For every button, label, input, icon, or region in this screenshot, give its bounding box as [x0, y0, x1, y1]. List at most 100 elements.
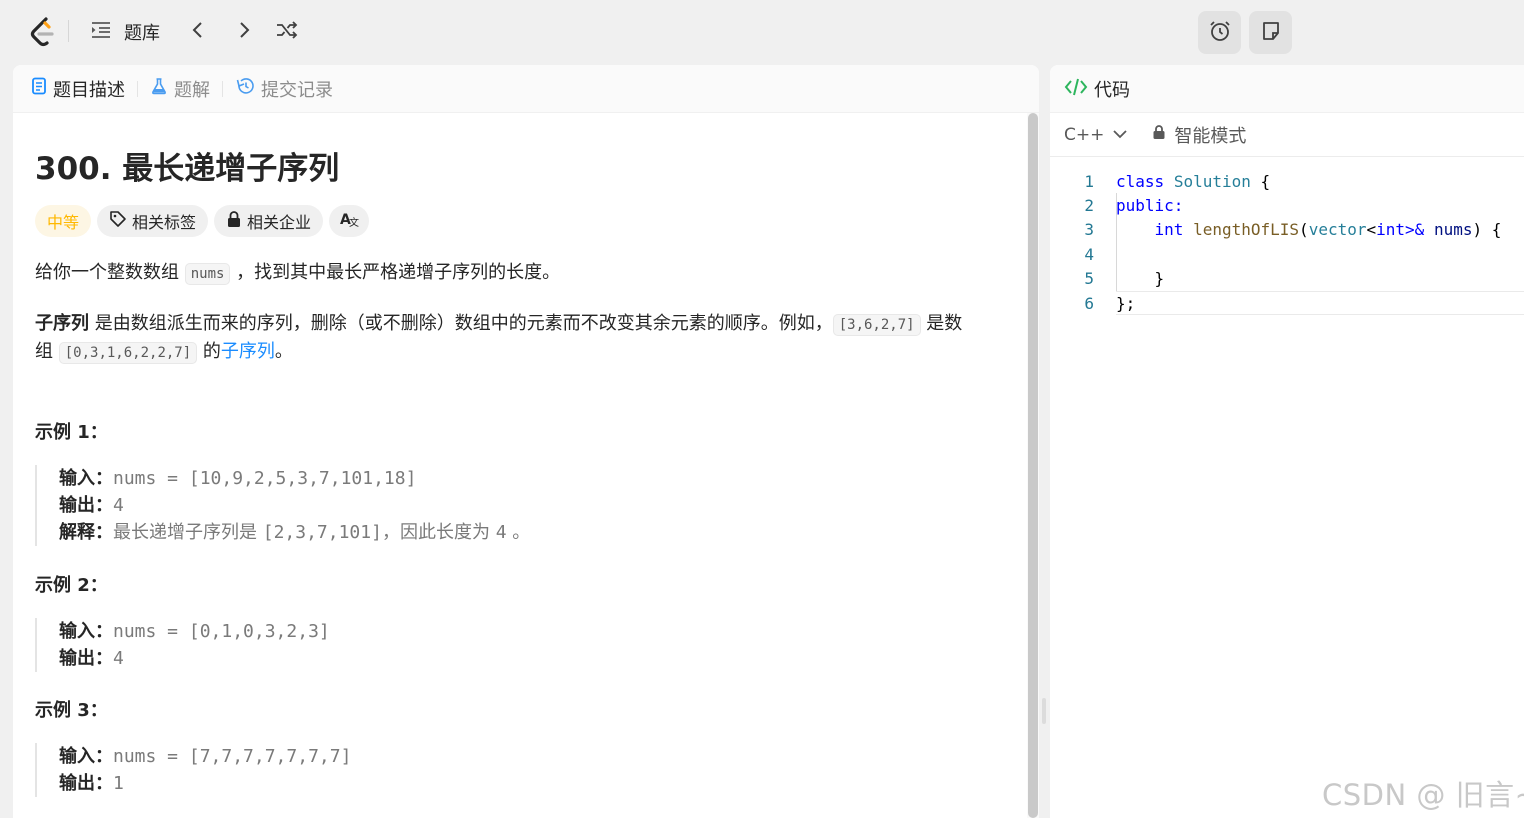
related-tags-label: 相关标签 — [132, 213, 197, 232]
example-output-line: 输出：4 — [59, 492, 530, 519]
related-companies-button[interactable]: 相关企业 — [214, 205, 324, 237]
subsequence-link[interactable]: 子序列 — [221, 341, 275, 362]
input-label: 输入： — [59, 621, 113, 642]
example-1-title: 示例 1： — [35, 422, 108, 443]
output-value: 4 — [113, 648, 124, 669]
tag-icon — [109, 210, 127, 232]
description-bold-term: 子序列 — [35, 313, 89, 334]
example-output-line: 输出：4 — [59, 645, 330, 672]
code-param: nums — [1433, 220, 1473, 240]
description-text: ，找到其中最长严格递增子序列的长度。 — [230, 262, 561, 283]
problem-tabbar: 题目描述 题解 提交记录 — [13, 65, 1039, 113]
code-editor[interactable]: 1 class Solution { 2 public: 3 int lengt… — [1050, 169, 1524, 315]
code-punct: < — [1366, 220, 1377, 240]
output-label: 输出： — [59, 648, 113, 669]
code-punct: >& — [1405, 220, 1425, 240]
code-keyword: class — [1116, 171, 1165, 191]
output-value: 4 — [113, 495, 124, 516]
leetcode-logo-icon[interactable] — [28, 16, 58, 48]
panel-resize-handle[interactable] — [1042, 698, 1046, 724]
lock-icon — [226, 210, 242, 232]
code-panel: 代码 C++ 智能模式 1 class Solution { 2 public:… — [1050, 65, 1524, 818]
language-select[interactable]: C++ — [1064, 125, 1128, 145]
csdn-watermark: CSDN @ 旧言~ — [1322, 778, 1524, 812]
input-label: 输入： — [59, 746, 113, 767]
description-paragraph-2-line-2: 组 [0,3,1,6,2,2,7] 的子序列。 — [35, 338, 293, 367]
tab-submissions-label: 提交记录 — [261, 79, 333, 101]
related-tags-button[interactable]: 相关标签 — [97, 205, 209, 237]
inline-code: [0,3,1,6,2,2,7] — [58, 342, 198, 364]
code-icon — [1064, 77, 1088, 101]
code-keyword: int — [1376, 220, 1406, 240]
notes-button[interactable] — [1249, 11, 1292, 54]
code-type: vector — [1308, 220, 1367, 240]
translate-button[interactable]: A 文 — [329, 205, 370, 237]
input-value: nums = [7,7,7,7,7,7,7] — [113, 746, 352, 767]
code-function-name: lengthOfLIS — [1193, 220, 1300, 240]
code-punct: ) { — [1472, 220, 1502, 240]
next-problem-button[interactable] — [230, 18, 258, 46]
explain-text: 。 — [506, 522, 531, 543]
code-line: 5 } — [1050, 267, 1524, 291]
explain-code: [2,3,7,101] — [262, 522, 382, 543]
problem-list-label: 题库 — [124, 23, 160, 44]
example-input-line: 输入：nums = [10,9,2,5,3,7,101,18] — [59, 465, 530, 492]
description-text: 。 — [274, 341, 293, 362]
editor-toolbar: C++ 智能模式 — [1050, 113, 1524, 157]
example-input-line: 输入：nums = [7,7,7,7,7,7,7] — [59, 743, 351, 770]
code-line: 6 }; — [1050, 291, 1524, 315]
tab-solutions[interactable]: 题解 — [150, 76, 210, 102]
timer-button[interactable] — [1198, 11, 1241, 54]
description-paragraph-2: 子序列 是由数组派生而来的序列，删除（或不删除）数组中的元素而不改变其余元素的顺… — [35, 310, 962, 339]
prev-problem-button[interactable] — [184, 18, 212, 46]
output-value: 1 — [113, 773, 124, 794]
tab-code[interactable]: 代码 — [1094, 76, 1130, 102]
explain-text: 最长递增子序列是 — [113, 522, 263, 543]
document-icon — [31, 77, 47, 100]
description-text: 给你一个整数数组 — [35, 262, 185, 283]
code-line: 3 int lengthOfLIS(vector<int>& nums) { — [1050, 218, 1524, 242]
code-line: 2 public: — [1050, 193, 1524, 217]
output-label: 输出： — [59, 495, 113, 516]
language-label: C++ — [1064, 124, 1105, 145]
tab-divider — [222, 80, 223, 97]
code-punct: { — [1250, 171, 1271, 191]
description-text: 是由数组派生而来的序列，删除（或不删除）数组中的元素而不改变其余元素的顺序。例如… — [89, 313, 833, 334]
tab-description-label: 题目描述 — [53, 79, 125, 101]
translate-icon: A 文 — [339, 210, 359, 232]
chevron-left-icon — [191, 20, 205, 44]
input-label: 输入： — [59, 468, 113, 489]
line-number: 3 — [1084, 220, 1094, 240]
difficulty-badge: 中等 — [35, 205, 92, 237]
code-line: 4 — [1050, 242, 1524, 266]
flask-icon — [150, 77, 168, 100]
chevron-right-icon — [237, 20, 251, 44]
code-text: }; — [1116, 294, 1135, 313]
code-tabbar: 代码 — [1050, 65, 1524, 113]
svg-text:文: 文 — [349, 216, 359, 228]
tab-submissions[interactable]: 提交记录 — [235, 76, 333, 102]
lock-icon — [1152, 124, 1166, 145]
line-number: 1 — [1084, 171, 1094, 191]
inline-code: [3,6,2,7] — [832, 314, 921, 336]
code-text: } — [1116, 269, 1165, 289]
problem-panel: 题目描述 题解 提交记录 300. 最长递增子序列 中等 相关标签 相关企业 A… — [13, 65, 1039, 818]
description-text: 是数 — [920, 313, 963, 334]
example-input-line: 输入：nums = [0,1,0,3,2,3] — [59, 618, 330, 645]
shuffle-icon — [275, 20, 299, 44]
input-value: nums = [0,1,0,3,2,3] — [113, 621, 330, 642]
code-punct: ( — [1299, 220, 1309, 240]
description-scrollbar[interactable] — [1028, 113, 1038, 818]
history-icon — [235, 77, 255, 100]
explain-text: ，因此长度为 — [381, 522, 496, 543]
random-problem-button[interactable] — [273, 18, 301, 46]
smart-mode-toggle[interactable]: 智能模式 — [1152, 122, 1246, 148]
code-punct: } — [1154, 269, 1165, 289]
problem-list-button[interactable]: 题库 — [90, 18, 160, 46]
tab-divider — [137, 80, 138, 97]
tab-description[interactable]: 题目描述 — [31, 76, 125, 102]
top-nav: 题库 — [0, 0, 1524, 64]
smart-mode-label: 智能模式 — [1174, 125, 1247, 147]
nav-divider — [68, 20, 69, 42]
example-explain-line: 解释：最长递增子序列是 [2,3,7,101]，因此长度为 4 。 — [59, 519, 530, 546]
